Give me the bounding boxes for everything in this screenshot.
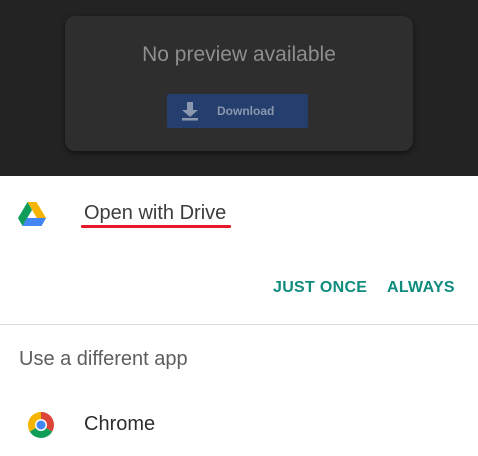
app-name-chrome: Chrome (84, 413, 156, 435)
use-different-app-heading: Use a different app (19, 348, 188, 370)
just-once-button[interactable]: JUST ONCE (273, 279, 367, 297)
app-item-chrome[interactable]: Chrome (0, 398, 478, 454)
open-with-sheet: Open with Drive JUST ONCE ALWAYS Use a d… (0, 176, 478, 456)
chrome-icon (27, 411, 55, 439)
open-with-title: Open with Drive (84, 202, 227, 224)
no-preview-message: No preview available (142, 43, 336, 66)
divider (0, 324, 478, 325)
google-drive-icon (18, 202, 46, 226)
download-button[interactable]: Download (167, 94, 308, 128)
download-label: Download (217, 104, 275, 118)
preview-backdrop: No preview available Download (0, 0, 478, 176)
always-button[interactable]: ALWAYS (387, 279, 455, 297)
highlight-underline (81, 225, 231, 228)
preview-card: No preview available Download (65, 16, 413, 151)
download-arrow-icon (175, 94, 205, 128)
